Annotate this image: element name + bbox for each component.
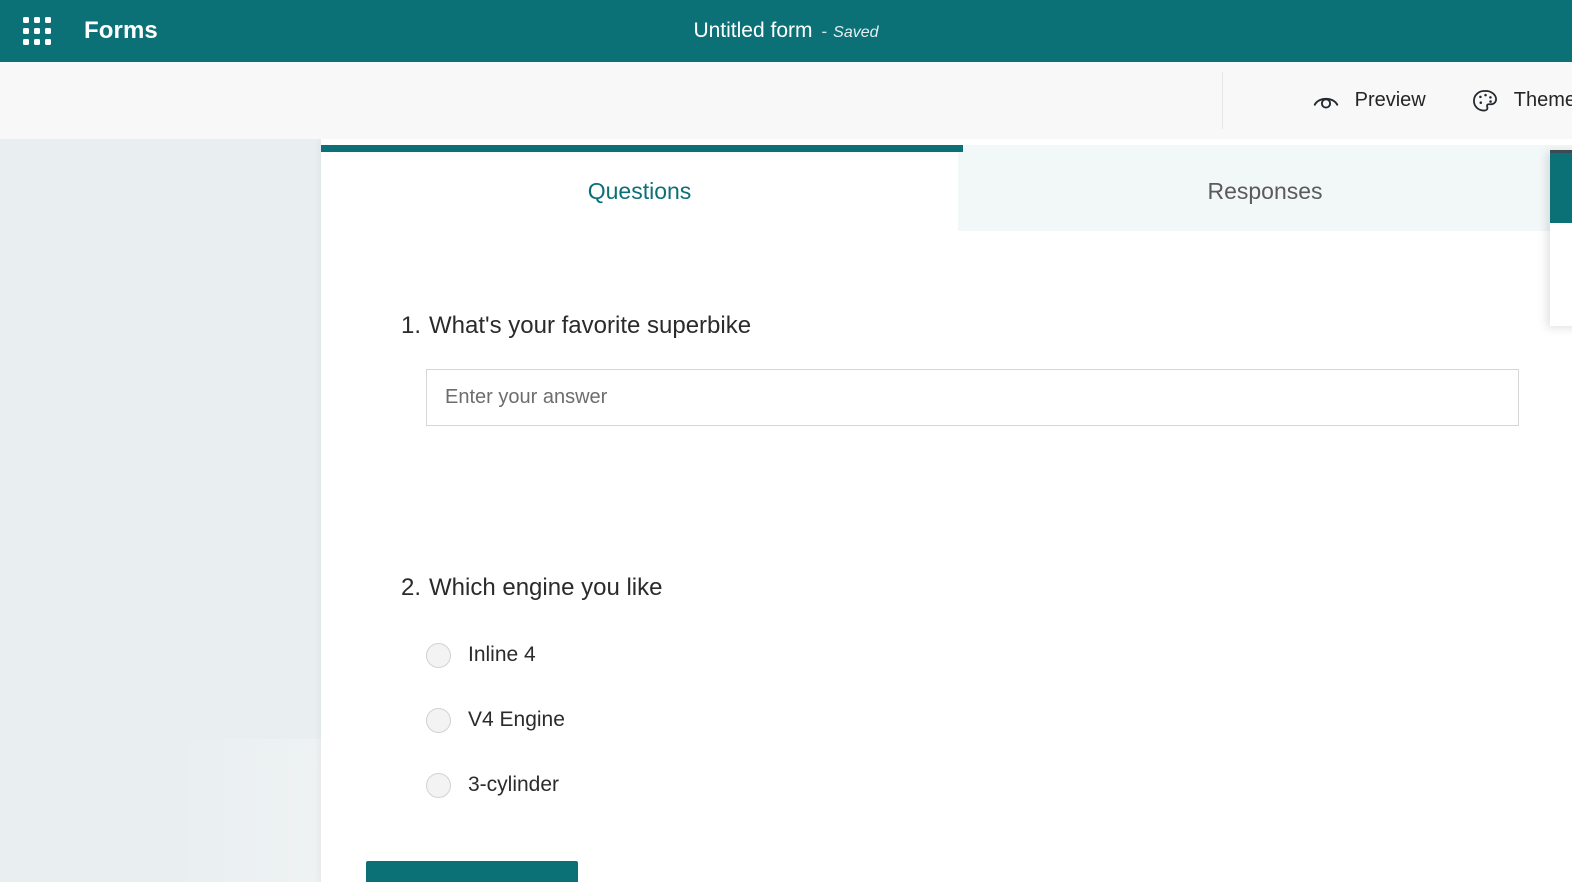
question-item[interactable]: 1. What's your favorite superbike <box>321 311 1572 426</box>
tab-questions-label: Questions <box>588 178 692 205</box>
preview-button-label: Preview <box>1355 89 1426 112</box>
form-title-area: Untitled form - Saved <box>0 0 1572 62</box>
choice-option-label: 3-cylinder <box>468 773 559 797</box>
app-launcher-waffle-icon[interactable] <box>18 12 56 50</box>
preview-button[interactable]: Preview <box>1289 62 1448 139</box>
waffle-dot <box>45 17 51 23</box>
question-number: 2. <box>401 573 421 603</box>
add-new-question-button[interactable] <box>366 861 578 882</box>
editor-content-area: Questions Responses 1. What's your favor… <box>0 139 1572 882</box>
save-status: Saved <box>833 24 878 42</box>
command-bar-divider <box>1222 72 1223 129</box>
background-gradient <box>0 739 322 882</box>
waffle-dot <box>23 28 29 34</box>
waffle-dot <box>34 28 40 34</box>
choice-option-label: Inline 4 <box>468 643 536 667</box>
side-panel-body <box>1550 223 1572 326</box>
waffle-dot <box>23 17 29 23</box>
radio-button-icon[interactable] <box>426 643 451 668</box>
tab-questions[interactable]: Questions <box>321 145 958 231</box>
form-card: Questions Responses 1. What's your favor… <box>321 139 1572 882</box>
radio-button-icon[interactable] <box>426 708 451 733</box>
tab-responses-label: Responses <box>1207 178 1322 205</box>
forms-editor-page: Forms Untitled form - Saved Preview <box>0 0 1572 882</box>
waffle-dot <box>34 39 40 45</box>
choice-option-label: V4 Engine <box>468 708 565 732</box>
question-text: Which engine you like <box>429 573 662 603</box>
app-brand-forms[interactable]: Forms <box>84 0 158 62</box>
form-title[interactable]: Untitled form <box>693 19 812 43</box>
choice-option[interactable]: 3-cylinder <box>426 762 946 808</box>
radio-button-icon[interactable] <box>426 773 451 798</box>
waffle-dot <box>45 28 51 34</box>
palette-icon <box>1470 86 1500 116</box>
app-header: Forms Untitled form - Saved <box>0 0 1572 62</box>
theme-button-label: Theme <box>1514 89 1572 112</box>
side-panel-header <box>1550 150 1572 223</box>
question-title: 1. What's your favorite superbike <box>401 311 1572 341</box>
eye-icon <box>1311 86 1341 116</box>
question-text: What's your favorite superbike <box>429 311 751 341</box>
command-bar: Preview Theme <box>0 62 1572 139</box>
choice-option[interactable]: V4 Engine <box>426 697 946 743</box>
question-number: 1. <box>401 311 421 341</box>
tab-responses[interactable]: Responses <box>958 145 1572 231</box>
choice-options-list: Inline 4 V4 Engine 3-cylinder <box>426 632 1572 808</box>
waffle-dot <box>23 39 29 45</box>
title-separator: - <box>822 22 828 42</box>
question-item[interactable]: 2. Which engine you like Inline 4 V4 Eng… <box>321 573 1572 808</box>
waffle-dot <box>34 17 40 23</box>
side-panel[interactable] <box>1550 150 1572 326</box>
question-title: 2. Which engine you like <box>401 573 1572 603</box>
answer-input[interactable] <box>426 369 1519 426</box>
questions-list: 1. What's your favorite superbike 2. Whi… <box>321 231 1572 827</box>
choice-option[interactable]: Inline 4 <box>426 632 946 678</box>
waffle-dot <box>45 39 51 45</box>
tabstrip: Questions Responses <box>321 145 1572 231</box>
theme-button[interactable]: Theme <box>1448 62 1572 139</box>
